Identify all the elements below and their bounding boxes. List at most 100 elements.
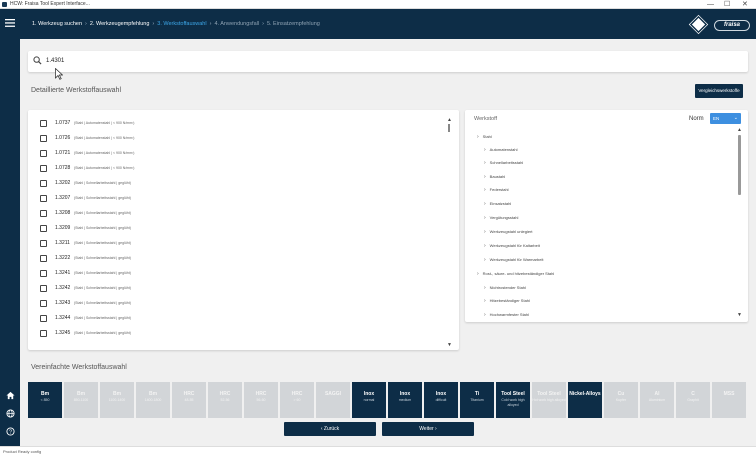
tile-hrc-52-56[interactable]: HRC 52-56 [208,382,242,418]
brand-logo: fraisa [714,20,750,31]
tile-inox-medium[interactable]: Inox medium [388,382,422,418]
chevron-right-icon: › [484,285,486,291]
material-checkbox[interactable] [40,330,47,337]
material-checkbox[interactable] [40,180,47,187]
tree-item[interactable]: › Rost-, säure- und hitzebeständiger Stah… [477,268,554,280]
tile-hrc-48-55[interactable]: HRC 48-55 [172,382,206,418]
tile-titanium[interactable]: Ti Titanium [460,382,494,418]
scroll-thumb[interactable] [738,135,741,195]
back-button[interactable]: ‹ Zurück [284,422,376,436]
list-item[interactable]: 1.3245 (Stahl | Schnellarbeitsstahl | geg… [28,326,428,341]
tree-item[interactable]: › Automatenstahl [484,144,517,156]
material-checkbox[interactable] [40,270,47,277]
tree-item[interactable]: › Einsatzstahl [484,198,511,210]
step-werkstoffauswahl[interactable]: 3. Werkstoffauswahl [157,21,206,27]
chevron-right-icon: › [484,229,486,235]
tile-hrc-56-60[interactable]: HRC 56-60 [244,382,278,418]
close-button[interactable]: ✕ [742,0,748,9]
list-item[interactable]: 1.3208 (Stahl | Schnellarbeitsstahl | geg… [28,206,428,221]
chevron-right-icon: › [152,21,155,27]
scroll-thumb[interactable] [448,124,450,132]
chevron-right-icon: › [484,187,486,193]
list-item[interactable]: 1.3207 (Stahl | Schnellarbeitsstahl | geg… [28,191,428,206]
chevron-right-icon: › [209,21,212,27]
chevron-right-icon: › [484,243,486,249]
material-checkbox[interactable] [40,255,47,262]
tree-item[interactable]: › Hitzebeständiger Stahl [484,295,530,307]
tree-item[interactable]: › Werkzeugstahl für Kaltarbeit [484,240,540,252]
step-werkzeugempfehlung[interactable]: 2. Werkzeugempfehlung [90,21,150,27]
tree-item[interactable]: › Schnellarbeitsstahl [484,157,523,169]
maximize-button[interactable]: ☐ [724,0,730,9]
material-checkbox[interactable] [40,195,47,202]
tile-bm-1400-1800[interactable]: Bm 1400-1800 [136,382,170,418]
list-item[interactable]: 1.0737 (Stahl | Automatenstahl | < 900 N/… [28,116,428,131]
tree-item[interactable]: › Werkzeugstahl unlegiert [484,226,533,238]
scroll-down-icon[interactable]: ▼ [737,313,742,318]
scroll-down-icon[interactable]: ▼ [447,343,452,348]
tile-aluminium[interactable]: Al Aluminium [640,382,674,418]
tile-tool-steel-hot[interactable]: Tool Steel Hot work high alloyed [532,382,566,418]
tree-item[interactable]: › Baustahl [484,171,505,183]
list-item[interactable]: 1.3222 (Stahl | Schnellarbeitsstahl | geg… [28,251,428,266]
list-item[interactable]: 1.3244 (Stahl | Schnellarbeitsstahl | geg… [28,311,428,326]
search-icon [33,56,42,65]
tile-copper[interactable]: Cu Kupfer [604,382,638,418]
material-checkbox[interactable] [40,315,47,322]
material-checkbox[interactable] [40,285,47,292]
scroll-up-icon[interactable]: ▲ [447,118,452,123]
tile-bm-1100-1400[interactable]: Bm 1100-1400 [100,382,134,418]
chevron-right-icon: › [262,21,264,27]
tree-item[interactable]: › Werkzeugstahl für Warmarbeit [484,254,543,266]
tile-nickel-alloys[interactable]: Nickel-Alloys [568,382,602,418]
tile-mss[interactable]: MSS [712,382,746,418]
tile-inox-difficult[interactable]: Inox difficult [424,382,458,418]
tile-inox-normal[interactable]: Inox normal [352,382,386,418]
status-text: Product Ready config [3,449,42,454]
minimize-button[interactable]: — [707,0,714,9]
compare-materials-button[interactable]: Vergleichswerkstoffe [695,84,743,98]
norm-select[interactable]: EN ⌄ [710,113,741,124]
material-checkbox[interactable] [40,300,47,307]
step-werkzeug-suchen[interactable]: 1. Werkzeug suchen [32,21,82,27]
material-checkbox[interactable] [40,135,47,142]
tree-item[interactable]: › Nichtrostender Stahl [484,282,526,294]
chevron-right-icon: › [477,271,479,277]
tree-item[interactable]: › Stahl [477,131,492,143]
home-icon[interactable] [4,391,16,403]
list-item[interactable]: 1.0726 (Stahl | Automatenstahl | < 900 N/… [28,131,428,146]
globe-icon[interactable] [4,409,16,421]
tree-item[interactable]: › Hochwarmfester Stahl [484,309,529,321]
tile-hrc-60[interactable]: HRC > 60 [280,382,314,418]
list-item[interactable]: 1.3242 (Stahl | Schnellarbeitsstahl | geg… [28,281,428,296]
material-checkbox[interactable] [40,225,47,232]
scroll-up-icon[interactable]: ▲ [737,128,742,133]
list-item[interactable]: 1.0721 (Stahl | Automatenstahl | < 900 N/… [28,146,428,161]
help-icon[interactable]: ? [4,427,16,439]
tile-bm-850[interactable]: Bm < 850 [28,382,62,418]
material-checkbox[interactable] [40,210,47,217]
tile-saggi[interactable]: SAGGI [316,382,350,418]
materials-scrollbar[interactable]: ▲ ▼ [447,118,452,348]
material-checkbox[interactable] [40,120,47,127]
list-item[interactable]: 1.3209 (Stahl | Schnellarbeitsstahl | geg… [28,221,428,236]
tree-item[interactable]: › Federstahl [484,184,509,196]
tile-graphite[interactable]: C Graphit [676,382,710,418]
menu-icon[interactable] [4,18,16,30]
tile-tool-steel-cold[interactable]: Tool Steel Cold work high alloyed [496,382,530,418]
list-item[interactable]: 1.3202 (Stahl | Schnellarbeitsstahl | geg… [28,176,428,191]
list-item[interactable]: 1.3243 (Stahl | Schnellarbeitsstahl | geg… [28,296,428,311]
tile-bm-850-1100[interactable]: Bm 850-1100 [64,382,98,418]
list-item[interactable]: 1.3241 (Stahl | Schnellarbeitsstahl | geg… [28,266,428,281]
material-checkbox[interactable] [40,240,47,247]
chevron-right-icon: › [484,174,486,180]
material-checkbox[interactable] [40,150,47,157]
next-button[interactable]: Weiter › [382,422,474,436]
tree-item[interactable]: › Vergütungsstahl [484,212,518,224]
chevron-right-icon: › [484,147,486,153]
material-checkbox[interactable] [40,165,47,172]
tree-scrollbar[interactable]: ▲ ▼ [737,128,742,320]
list-item[interactable]: 1.0728 (Stahl | Automatenstahl | < 900 N/… [28,161,428,176]
search-bar[interactable]: 1.4301 [28,51,748,72]
list-item[interactable]: 1.3211 (Stahl | Schnellarbeitsstahl | geg… [28,236,428,251]
